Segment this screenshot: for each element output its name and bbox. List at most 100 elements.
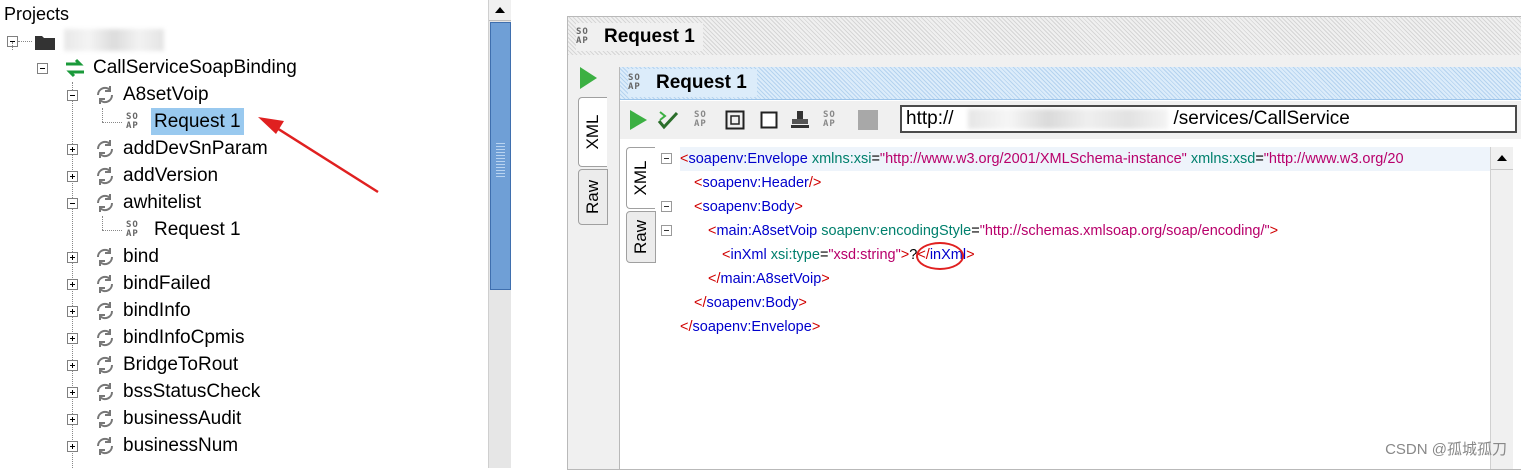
run-assertions-button[interactable]	[657, 109, 679, 131]
request-window-title-bar: SO AP Request 1	[576, 23, 703, 51]
operation-label: bindInfoCpmis	[123, 327, 245, 348]
stamp-icon	[791, 111, 809, 128]
tree-item-operation[interactable]: addDevSnParam	[0, 135, 300, 162]
fold-toggle-body[interactable]	[661, 201, 672, 212]
soap-icon: SO AP	[576, 27, 589, 46]
expand-toggle[interactable]	[67, 144, 78, 155]
xml-code[interactable]: <soapenv:Envelope xmlns:xsi="http://www.…	[680, 147, 1490, 469]
scroll-thumb[interactable]	[490, 22, 511, 290]
fold-toggle-operation[interactable]	[661, 225, 672, 236]
soap-icon: SO AP	[823, 110, 836, 129]
soap-icon: SO AP	[628, 73, 641, 92]
expand-toggle[interactable]	[67, 387, 78, 398]
operation-label: BridgeToRout	[123, 354, 239, 375]
operation-icon	[96, 275, 114, 293]
expand-toggle[interactable]	[67, 414, 78, 425]
run-button[interactable]	[627, 109, 649, 131]
tree-item-request[interactable]: SO AP Request 1	[0, 216, 300, 243]
tab-xml-outer[interactable]: XML	[578, 97, 607, 167]
operation-label: businessAudit	[123, 408, 242, 429]
operation-label: bssStatusCheck	[123, 381, 261, 402]
xml-editor-area: XML Raw <soapenv:Envelope xmlns:xsi="htt…	[620, 142, 1521, 469]
maximize-icon	[725, 110, 745, 130]
request-label-selected: Request 1	[151, 108, 244, 135]
projects-header: Projects	[4, 4, 70, 24]
soap-request-icon: SO AP	[126, 112, 139, 131]
tab-label: XML	[583, 114, 602, 150]
expand-toggle[interactable]	[67, 252, 78, 263]
operation-icon	[96, 140, 114, 158]
expand-toggle[interactable]	[67, 279, 78, 290]
binding-icon	[66, 58, 84, 78]
expand-toggle[interactable]	[67, 333, 78, 344]
create-testcase-button[interactable]	[789, 109, 811, 131]
collapse-toggle[interactable]	[37, 63, 48, 74]
operation-icon	[96, 329, 114, 347]
collapse-toggle[interactable]	[67, 198, 78, 209]
tree-item-operation[interactable]: addVersion	[0, 162, 300, 189]
xml-line: <main:A8setVoip soapenv:encodingStyle="h…	[708, 223, 1279, 239]
soap-icon: SO AP	[694, 110, 707, 129]
tree-line	[12, 42, 13, 50]
tree-item-binding[interactable]: CallServiceSoapBinding	[0, 54, 320, 81]
xml-line: </soapenv:Body>	[694, 295, 807, 311]
xml-line: <soapenv:Body>	[694, 199, 803, 215]
fullscreen-button[interactable]	[724, 109, 746, 131]
tree-item-operation[interactable]: bindInfo	[0, 297, 300, 324]
tab-xml-inner[interactable]: XML	[626, 147, 655, 209]
tree-item-operation[interactable]: A8setVoip	[0, 81, 300, 108]
soap-request-icon: SO AP	[126, 220, 139, 239]
tab-raw-outer[interactable]: Raw	[578, 169, 608, 225]
scroll-grip	[496, 141, 505, 177]
tree-line	[18, 41, 32, 42]
scroll-up-arrow-icon[interactable]	[489, 0, 511, 21]
soap-options-button[interactable]: SO AP	[693, 109, 715, 131]
tab-raw-inner[interactable]: Raw	[626, 211, 656, 263]
request-editor-title: Request 1	[656, 72, 747, 93]
request-window-title: Request 1	[604, 26, 695, 47]
project-tree: Projects CallServiceSoapBinding A8setVoi…	[0, 0, 490, 468]
soap-version-button[interactable]: SO AP	[822, 109, 844, 131]
operation-icon	[96, 86, 114, 104]
fold-toggle-envelope[interactable]	[661, 153, 672, 164]
tree-item-operation[interactable]: businessNum	[0, 432, 300, 459]
checkbox-icon	[760, 111, 778, 129]
tree-item-operation[interactable]: BridgeToRout	[0, 351, 300, 378]
expand-toggle[interactable]	[67, 360, 78, 371]
operation-icon	[96, 383, 114, 401]
tree-item-operation[interactable]: bind	[0, 243, 300, 270]
tree-scrollbar[interactable]	[488, 0, 511, 468]
xml-line: </main:A8setVoip>	[708, 271, 830, 287]
operation-label: addVersion	[123, 165, 219, 186]
expand-toggle[interactable]	[67, 441, 78, 452]
operation-icon	[96, 437, 114, 455]
tab-label: Raw	[631, 219, 650, 255]
check-arrow-icon	[657, 111, 679, 130]
operation-label: awhitelist	[123, 192, 202, 213]
operation-icon	[96, 410, 114, 428]
request-editor-title-bar: SO AP Request 1	[628, 69, 757, 97]
cancel-button[interactable]	[857, 109, 879, 131]
tree-item-operation[interactable]: bindInfoCpmis	[0, 324, 300, 351]
request-editor: SO AP Request 1 SO AP SO AP http:// /ser…	[619, 67, 1521, 469]
tab-label: Raw	[583, 179, 602, 215]
scroll-up-arrow-icon[interactable]	[1491, 147, 1513, 170]
redaction-blur	[968, 109, 1168, 129]
tree-item-operation[interactable]: awhitelist	[0, 189, 300, 216]
endpoint-url-field[interactable]: http:// /services/CallService	[900, 105, 1517, 133]
tree-item-operation[interactable]: businessAudit	[0, 405, 300, 432]
tree-item-operation[interactable]: bssStatusCheck	[0, 378, 300, 405]
stop-button[interactable]	[758, 109, 780, 131]
collapse-toggle[interactable]	[67, 90, 78, 101]
folder-icon	[35, 36, 55, 50]
expand-toggle[interactable]	[67, 171, 78, 182]
watermark: CSDN @孤城孤刀	[1385, 441, 1507, 458]
operation-icon	[96, 194, 114, 212]
editor-scrollbar[interactable]	[1490, 147, 1513, 469]
submit-request-icon[interactable]	[580, 67, 597, 89]
tree-item-request[interactable]: SO AP Request 1	[0, 108, 300, 135]
request-window: SO AP Request 1 XML Raw SO AP Request 1 SO…	[567, 16, 1521, 470]
expand-toggle[interactable]	[67, 306, 78, 317]
tree-item-operation[interactable]: bindFailed	[0, 270, 300, 297]
operation-icon	[96, 302, 114, 320]
